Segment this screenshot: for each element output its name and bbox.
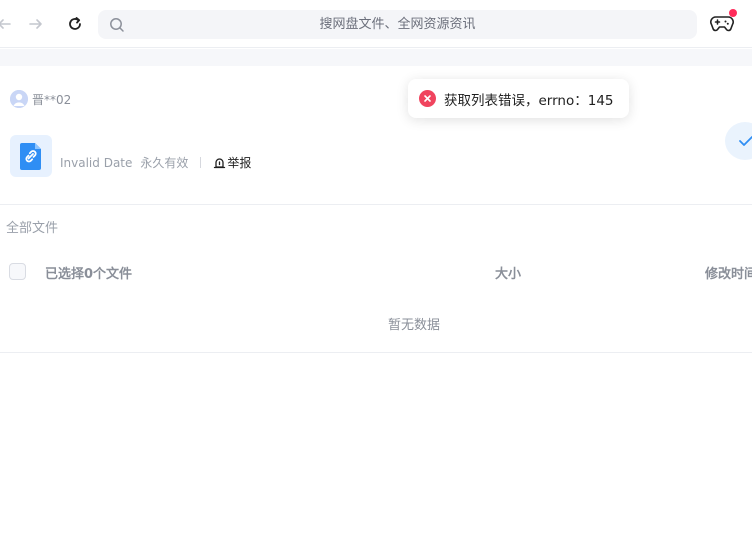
header-gap [0,49,752,66]
section-divider [0,204,752,205]
search-icon [110,18,124,32]
check-icon [739,136,752,146]
share-header [0,66,752,204]
report-button[interactable]: 举报 [213,154,251,171]
share-meta: Invalid Date 永久有效 举报 [60,154,251,171]
error-toast: 获取列表错误，errno：145 [408,79,629,118]
search-bar[interactable] [98,10,697,39]
avatar [10,90,28,108]
notification-dot [729,9,737,17]
share-date: Invalid Date [60,155,133,170]
select-all-checkbox[interactable] [9,263,26,280]
report-icon [214,158,226,169]
list-bottom-divider [0,352,752,353]
share-file-icon [10,135,52,177]
user-icon [10,90,28,108]
meta-divider [200,157,202,168]
top-bar [0,0,752,48]
refresh-button[interactable] [63,12,87,36]
share-validity: 永久有效 [140,156,189,170]
save-check-button[interactable] [725,122,752,160]
link-file-icon [20,143,41,170]
column-header-modified[interactable]: 修改时间 [705,263,752,282]
owner-name: 晋**02 [32,93,72,107]
forward-button[interactable] [24,12,48,36]
arrow-right-icon [29,19,42,29]
selected-count-label: 已选择0个文件 [45,267,133,282]
error-toast-message: 获取列表错误，errno：145 [444,92,614,109]
search-input[interactable] [134,10,661,39]
refresh-icon [69,17,81,30]
back-button[interactable] [0,12,16,36]
empty-state-text: 暂无数据 [387,318,440,333]
report-label: 举报 [227,156,252,170]
breadcrumb[interactable]: 全部文件 [6,217,58,236]
column-header-size[interactable]: 大小 [495,263,521,282]
arrow-left-icon [0,19,11,29]
error-circle-icon [419,90,436,107]
